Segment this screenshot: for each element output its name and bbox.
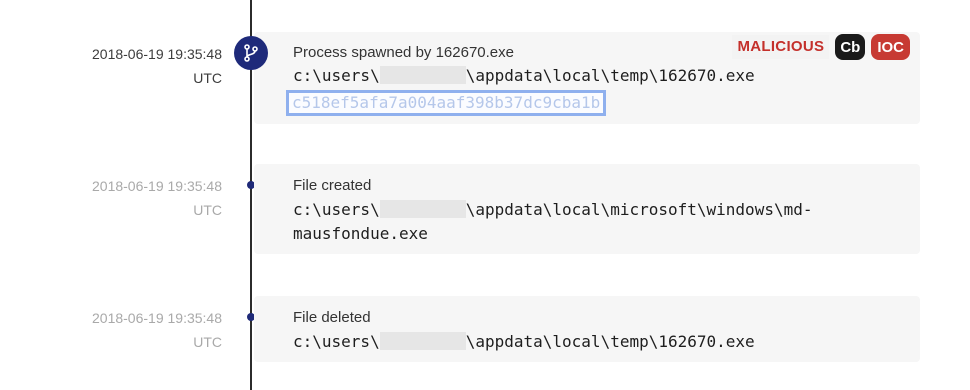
process-hash-link[interactable]: c518ef5afa7a004aaf398b37dc9cba1b: [286, 90, 607, 116]
event-timestamp: 2018-06-19 19:35:48 UTC: [92, 42, 222, 90]
path-prefix: c:\users\: [293, 200, 380, 219]
cb-badge[interactable]: Cb: [835, 34, 866, 60]
event-timestamp-date: 2018-06-19 19:35:48: [92, 178, 222, 194]
redacted-username: [379, 66, 466, 84]
event-timestamp-date: 2018-06-19 19:35:48: [92, 310, 222, 326]
event-timestamp: 2018-06-19 19:35:48 UTC: [92, 306, 222, 354]
event-timestamp-tz: UTC: [193, 334, 222, 350]
path-prefix: c:\users\: [293, 332, 380, 351]
event-title: File deleted: [293, 309, 371, 326]
malicious-badge: MALICIOUS: [732, 35, 830, 59]
event-card: File deleted c:\users\ \appdata\local\tem…: [254, 296, 920, 362]
event-file-path: c:\users\ \appdata\local\microsoft\window…: [293, 198, 812, 222]
redacted-username: [379, 332, 466, 350]
path-suffix: \appdata\local\temp\162670.exe: [465, 66, 755, 85]
event-timestamp: 2018-06-19 19:35:48 UTC: [92, 174, 222, 222]
event-badges: MALICIOUS Cb IOC: [732, 34, 910, 60]
event-title: Process spawned by 162670.exe: [293, 44, 514, 61]
event-file-path: c:\users\ \appdata\local\temp\162670.exe: [293, 64, 755, 88]
event-timestamp-tz: UTC: [193, 70, 222, 86]
event-card: File created c:\users\ \appdata\local\mic…: [254, 164, 920, 254]
event-card: Process spawned by 162670.exe c:\users\ \…: [254, 32, 920, 124]
event-timestamp-date: 2018-06-19 19:35:48: [92, 46, 222, 62]
git-branch-icon: [244, 44, 258, 62]
path-prefix: c:\users\: [293, 66, 380, 85]
path-suffix: \appdata\local\temp\162670.exe: [465, 332, 755, 351]
redacted-username: [379, 200, 466, 218]
ioc-badge[interactable]: IOC: [871, 34, 910, 60]
event-timestamp-tz: UTC: [193, 202, 222, 218]
event-title: File created: [293, 177, 372, 194]
event-file-path-continued: mausfondue.exe: [293, 224, 428, 243]
path-suffix: \appdata\local\microsoft\windows\md-: [465, 200, 813, 219]
event-file-path: c:\users\ \appdata\local\temp\162670.exe: [293, 330, 755, 354]
process-branch-icon: [234, 36, 268, 70]
